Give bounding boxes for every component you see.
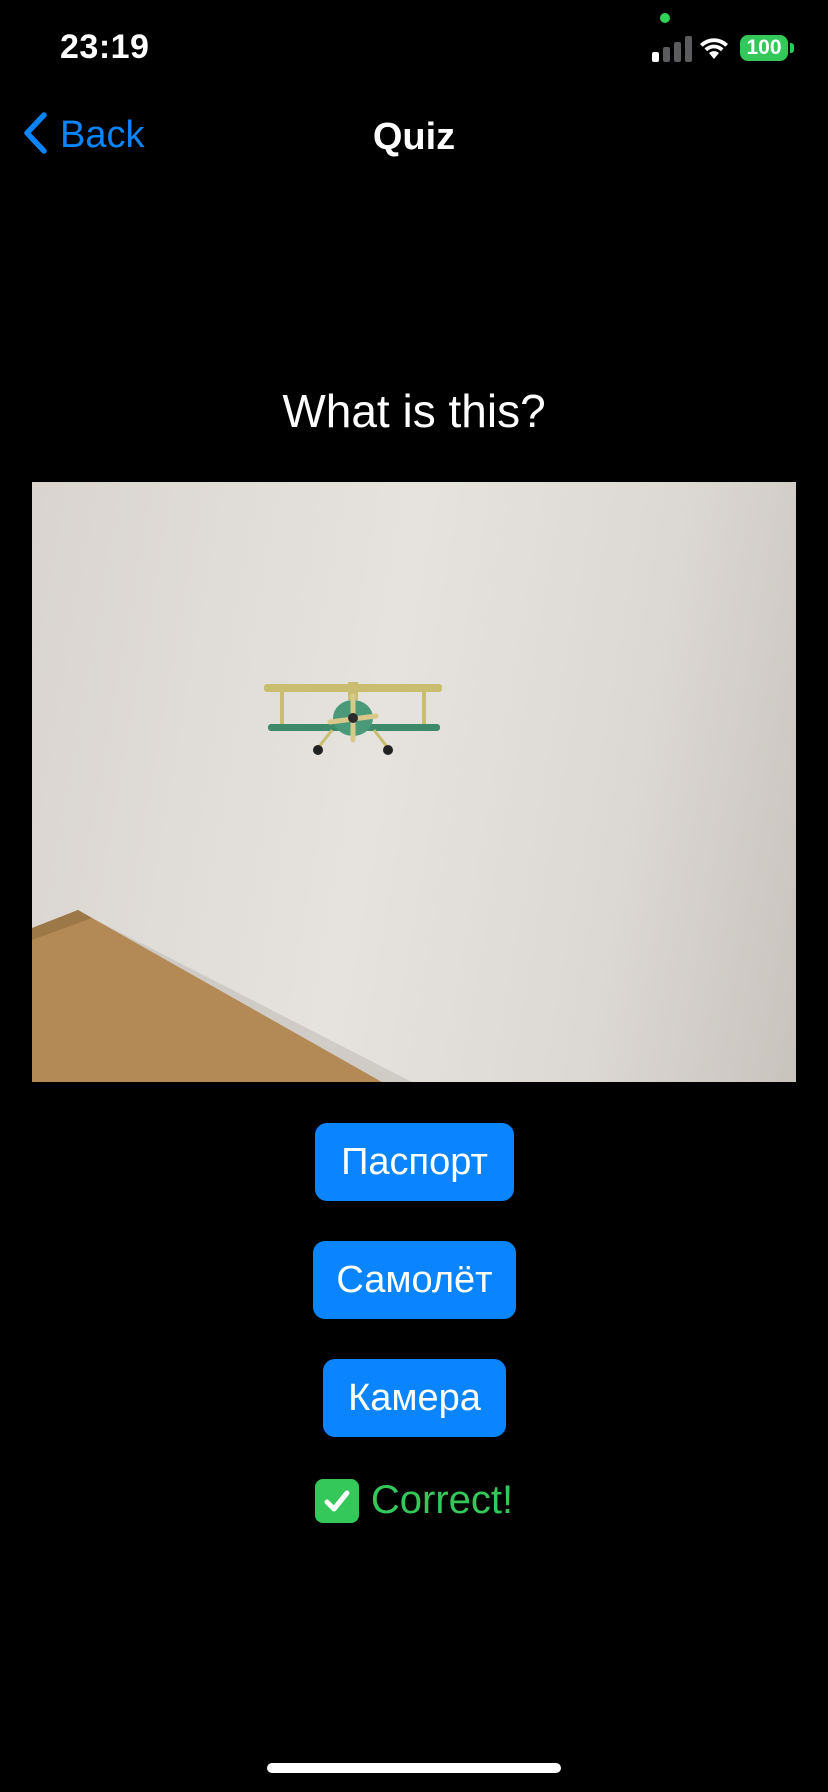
- home-indicator[interactable]: [267, 1763, 561, 1773]
- feedback-text: Correct!: [370, 1478, 514, 1522]
- check-mark-icon: [314, 1478, 359, 1523]
- quiz-question: What is this?: [282, 385, 546, 437]
- battery-level: 100: [746, 36, 782, 59]
- wifi-icon: [697, 34, 731, 65]
- battery-icon: 100: [740, 35, 788, 61]
- answer-feedback: Correct!: [0, 1478, 828, 1523]
- biplane-shape: [264, 682, 442, 755]
- toy-biplane-photo: [32, 482, 796, 1082]
- answer-button-1[interactable]: Паспорт: [315, 1123, 514, 1201]
- answer-button-3[interactable]: Камера: [323, 1359, 506, 1437]
- battery-tip: [790, 43, 794, 53]
- status-time: 23:19: [60, 28, 150, 66]
- page-title: Quiz: [372, 116, 456, 158]
- signal-icon: [652, 36, 692, 62]
- quiz-screen: 23:19 100 Back Quiz What is this? Паспор…: [0, 0, 828, 1792]
- camera-in-use-indicator: [660, 13, 670, 23]
- answer-button-2[interactable]: Самолёт: [313, 1241, 516, 1319]
